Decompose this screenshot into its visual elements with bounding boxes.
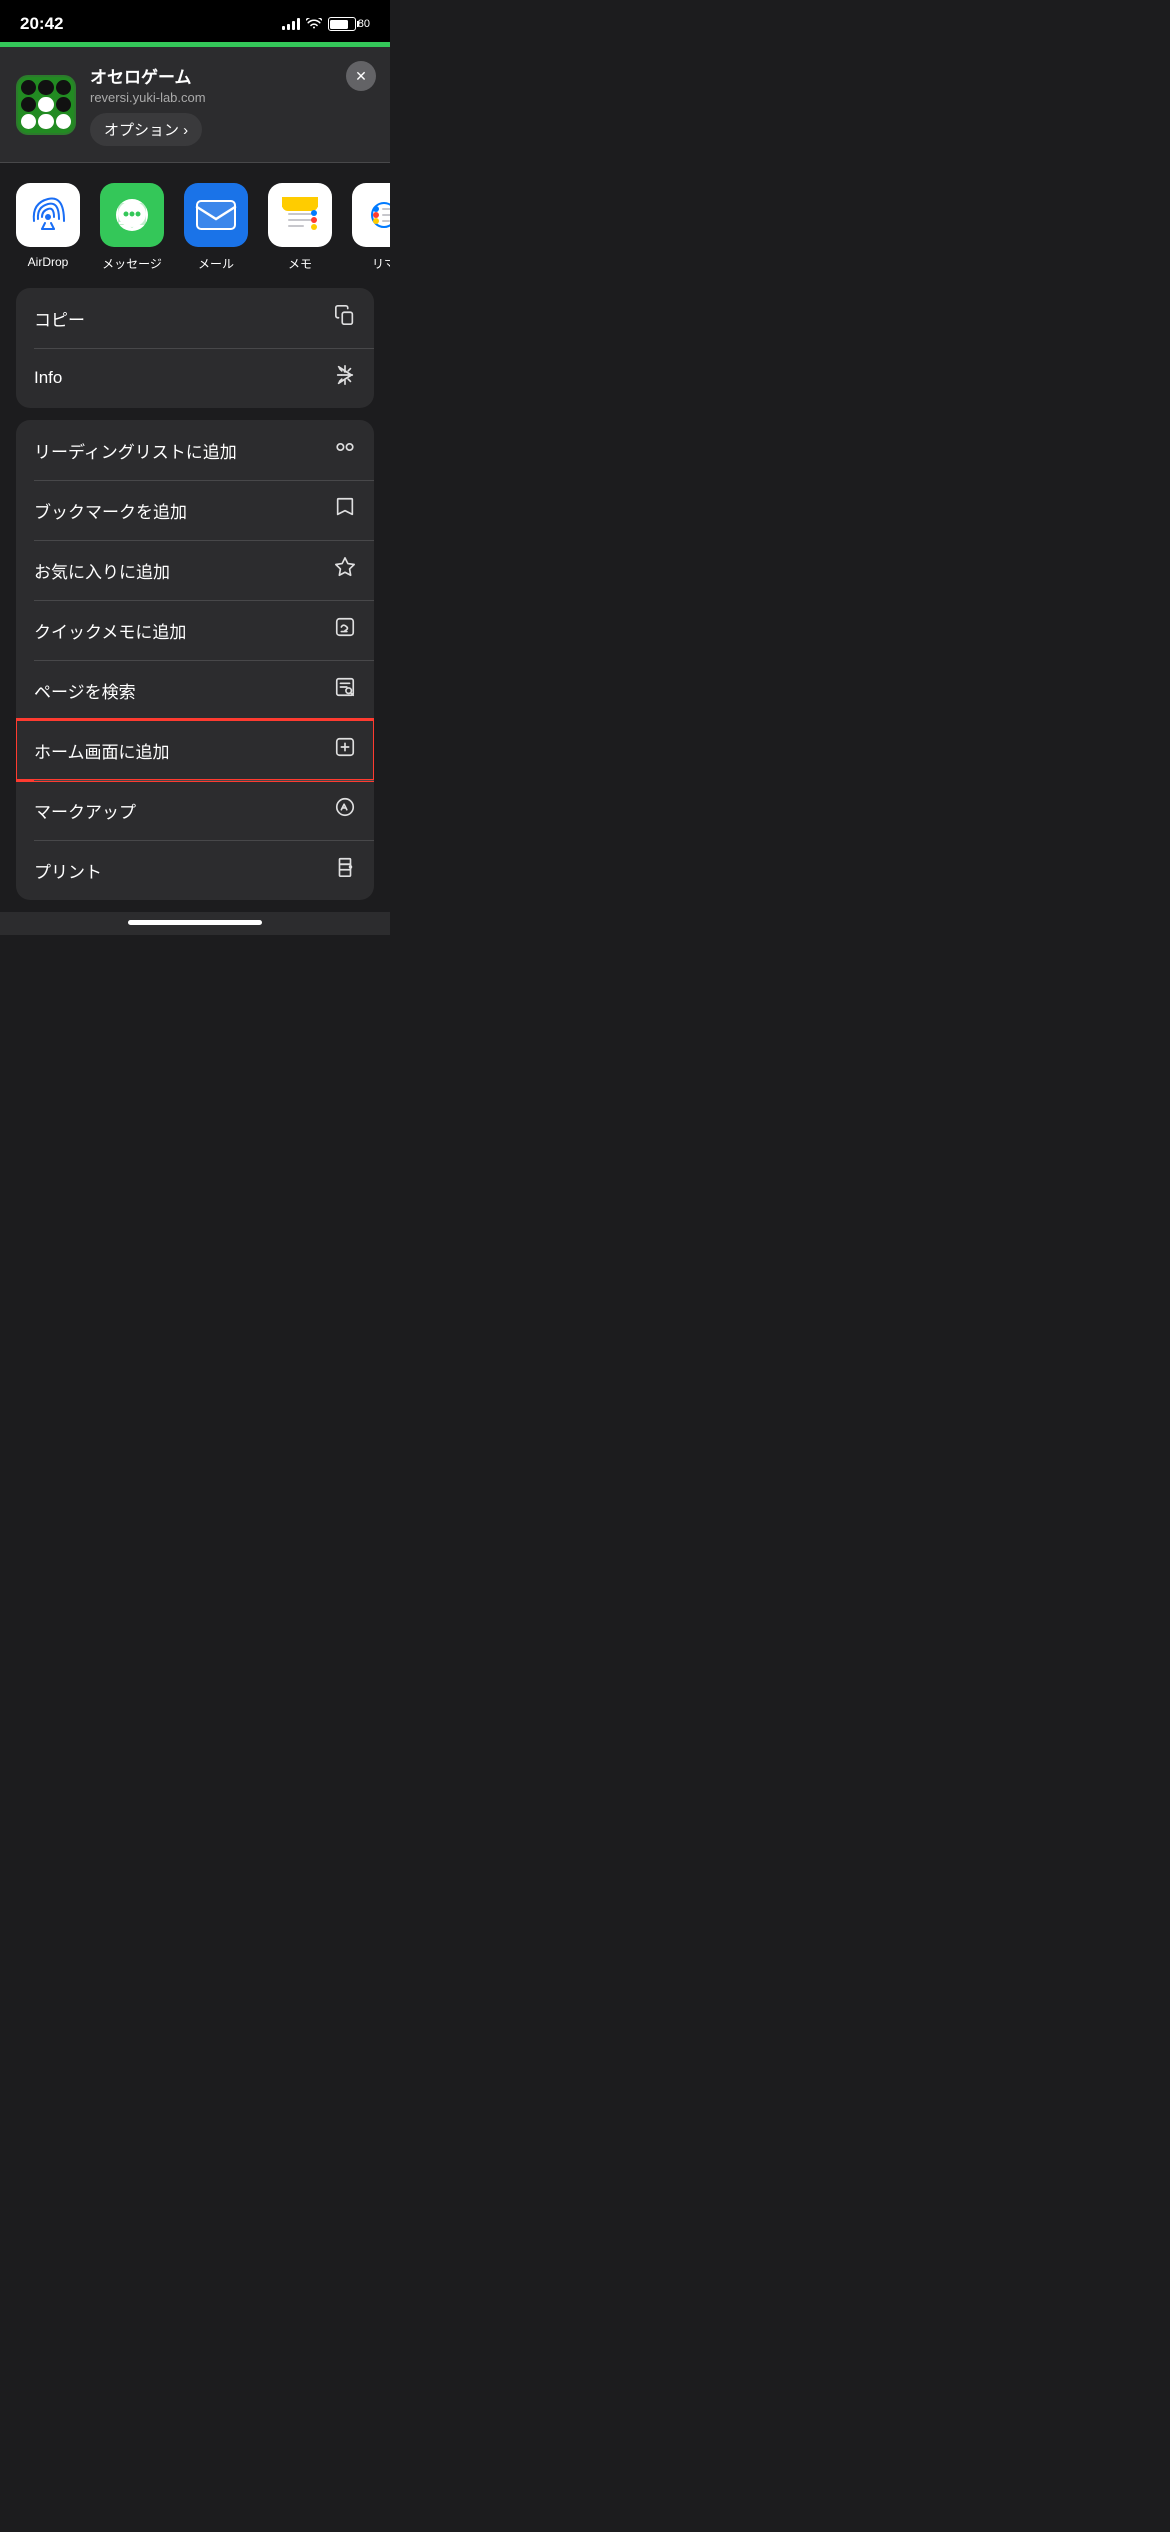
app-icon xyxy=(16,75,76,135)
find-on-page-item[interactable]: ページを検索 xyxy=(16,660,374,720)
quick-note-item[interactable]: クイックメモに追加 xyxy=(16,600,374,660)
app-item-reminder[interactable]: リマ xyxy=(352,183,390,272)
status-bar: 20:42 80 xyxy=(0,0,390,42)
share-url: reversi.yuki-lab.com xyxy=(90,90,374,105)
reading-list-label: リーディングリストに追加 xyxy=(34,438,237,463)
battery-indicator: 80 xyxy=(328,17,370,31)
print-label: プリント xyxy=(34,858,102,883)
signal-icon xyxy=(282,18,300,30)
notes-icon xyxy=(268,183,332,247)
markup-label: マークアップ xyxy=(34,798,136,823)
info-icon xyxy=(334,364,356,392)
bookmark-label: ブックマークを追加 xyxy=(34,498,187,523)
add-to-home-icon xyxy=(334,736,356,764)
airdrop-icon xyxy=(16,183,80,247)
share-title: オセロゲーム xyxy=(90,63,374,88)
airdrop-label: AirDrop xyxy=(28,255,69,269)
home-bar xyxy=(128,920,262,925)
reminder-icon xyxy=(352,183,390,247)
apps-row: AirDrop メッセージ xyxy=(0,163,390,288)
copy-item[interactable]: コピー xyxy=(16,288,374,348)
markup-icon xyxy=(334,796,356,824)
bookmark-icon xyxy=(334,496,356,524)
copy-label: コピー xyxy=(34,306,85,331)
notes-label: メモ xyxy=(288,255,312,272)
print-item[interactable]: プリント xyxy=(16,840,374,900)
add-to-home-label: ホーム画面に追加 xyxy=(34,738,170,763)
app-item-airdrop[interactable]: AirDrop xyxy=(16,183,80,272)
status-icons: 80 xyxy=(282,17,370,31)
app-item-notes[interactable]: メモ xyxy=(268,183,332,272)
reading-list-icon xyxy=(334,436,356,464)
status-time: 20:42 xyxy=(20,14,63,34)
find-on-page-icon xyxy=(334,676,356,704)
mail-icon xyxy=(184,183,248,247)
quick-note-icon xyxy=(334,616,356,644)
airdrop-svg xyxy=(28,195,68,235)
favorites-item[interactable]: お気に入りに追加 xyxy=(16,540,374,600)
quick-note-label: クイックメモに追加 xyxy=(34,618,186,643)
home-indicator[interactable] xyxy=(0,912,390,935)
find-on-page-label: ページを検索 xyxy=(34,678,136,703)
share-info: オセロゲーム reversi.yuki-lab.com オプション › xyxy=(90,63,374,146)
wifi-icon xyxy=(306,18,322,30)
bookmark-item[interactable]: ブックマークを追加 xyxy=(16,480,374,540)
info-label: Info xyxy=(34,368,62,388)
print-icon xyxy=(334,856,356,884)
info-item[interactable]: Info xyxy=(16,348,374,408)
apps-scroll: AirDrop メッセージ xyxy=(0,183,390,272)
messages-label: メッセージ xyxy=(102,255,162,272)
battery-label: 80 xyxy=(358,18,370,30)
mail-label: メール xyxy=(198,255,234,272)
app-item-mail[interactable]: メール xyxy=(184,183,248,272)
reading-list-item[interactable]: リーディングリストに追加 xyxy=(16,420,374,480)
markup-item[interactable]: マークアップ xyxy=(16,780,374,840)
reminder-label: リマ xyxy=(372,255,390,272)
favorites-label: お気に入りに追加 xyxy=(34,558,170,583)
close-button[interactable]: ✕ xyxy=(346,61,376,91)
add-to-home-item[interactable]: ホーム画面に追加 xyxy=(16,720,374,780)
menu-section-2: リーディングリストに追加 ブックマークを追加 お気に入りに追加 クイックメモに追… xyxy=(16,420,374,900)
favorites-icon xyxy=(334,556,356,584)
options-button[interactable]: オプション › xyxy=(90,113,202,146)
menu-section-1: コピー Info xyxy=(16,288,374,408)
share-header: オセロゲーム reversi.yuki-lab.com オプション › ✕ xyxy=(0,47,390,162)
app-item-messages[interactable]: メッセージ xyxy=(100,183,164,272)
copy-icon xyxy=(334,304,356,332)
messages-icon xyxy=(100,183,164,247)
